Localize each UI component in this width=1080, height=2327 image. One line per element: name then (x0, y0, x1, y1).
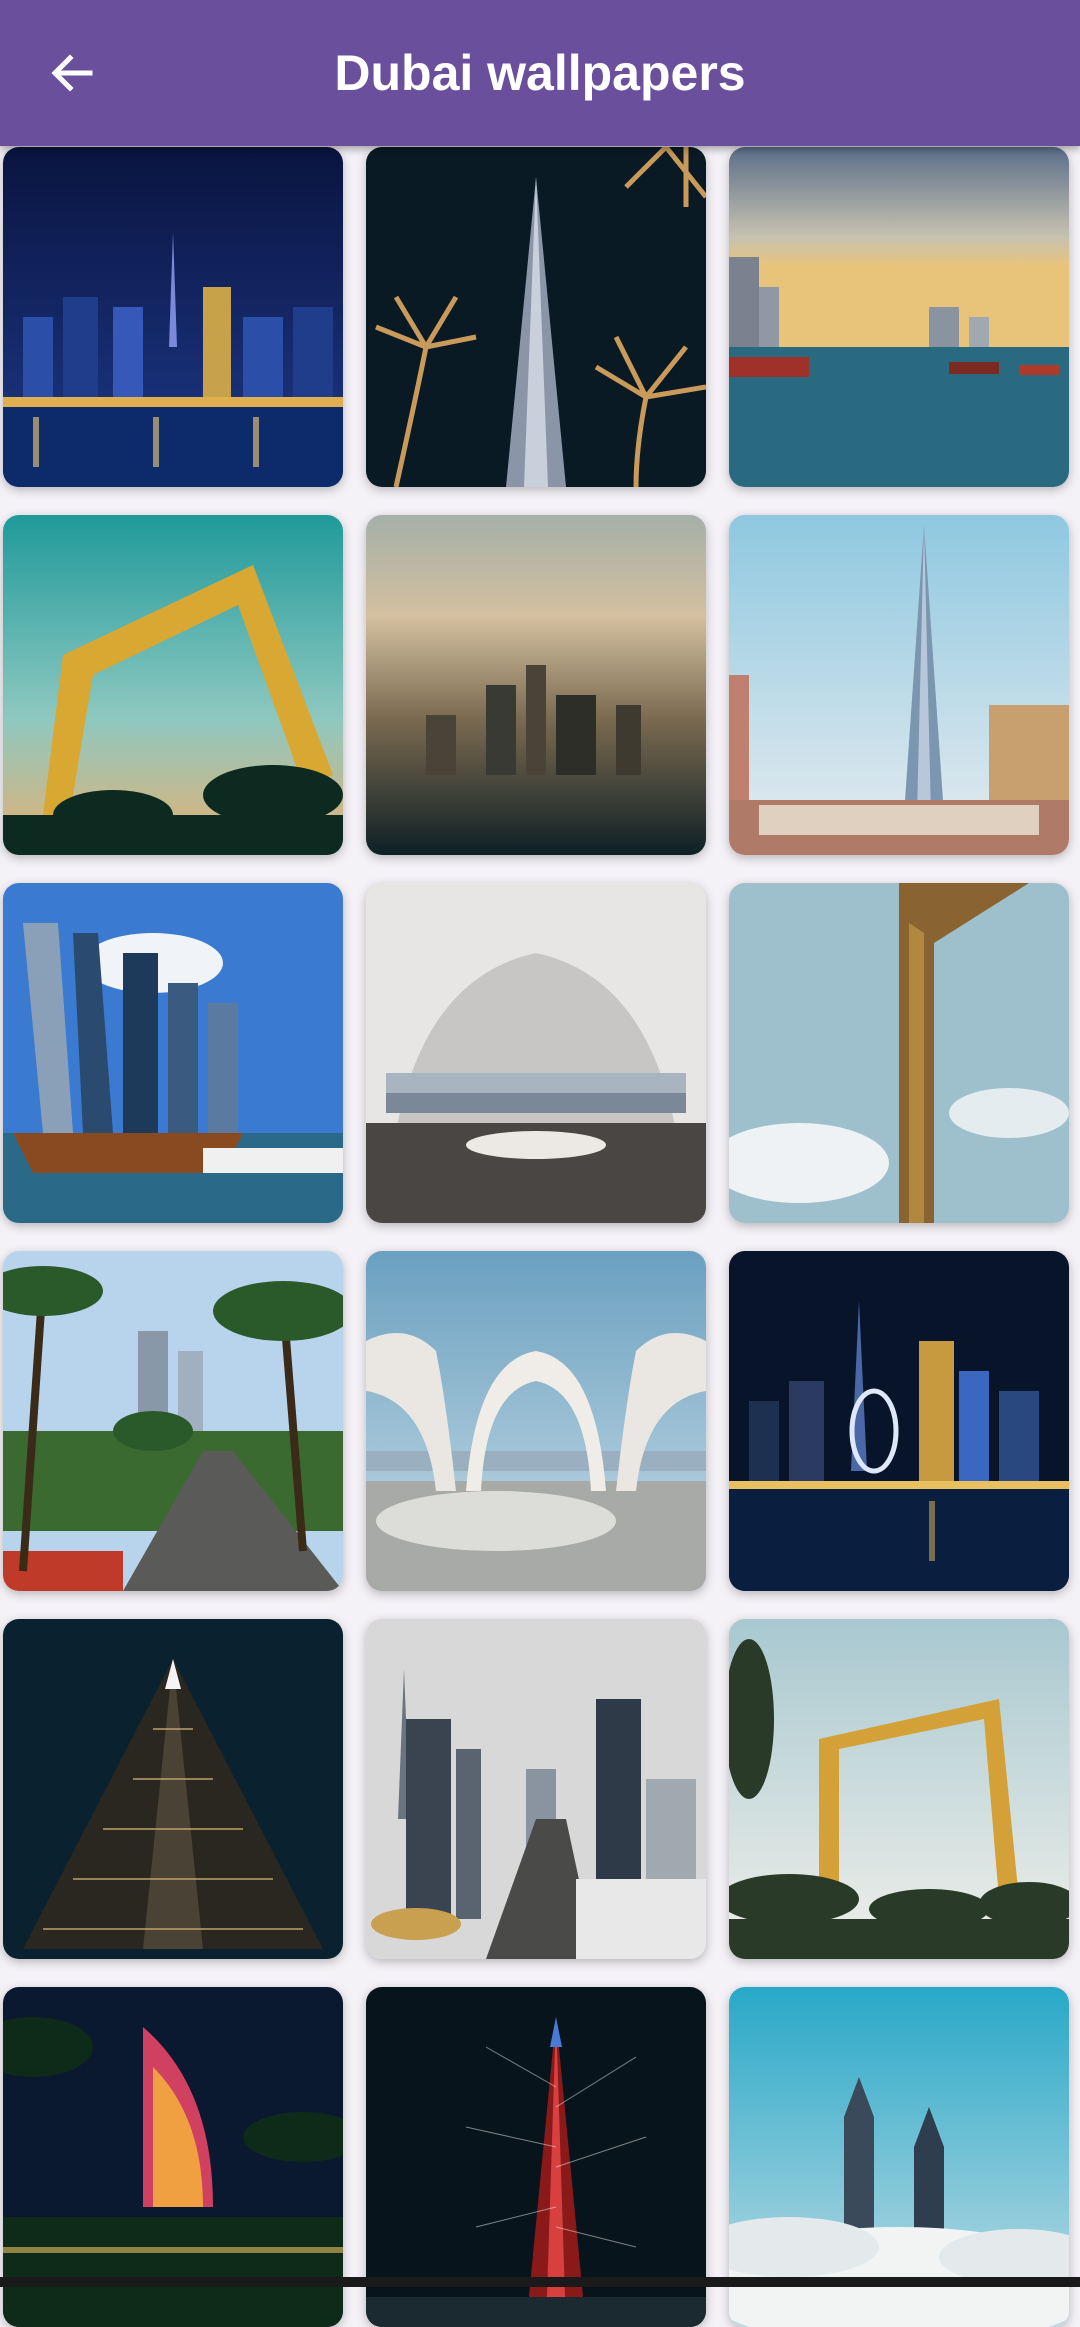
wallpaper-image (366, 515, 706, 855)
wallpaper-tile-4[interactable] (3, 515, 343, 855)
wallpaper-grid (3, 147, 1069, 2327)
wallpaper-image (3, 883, 343, 1223)
wallpaper-image (366, 147, 706, 487)
wallpaper-tile-16[interactable] (3, 1987, 343, 2327)
wallpaper-image (729, 515, 1069, 855)
wallpaper-tile-13[interactable] (3, 1619, 343, 1959)
system-nav-bar (0, 2277, 1080, 2287)
wallpaper-image (729, 147, 1069, 487)
wallpaper-tile-17[interactable] (366, 1987, 706, 2327)
wallpaper-image (729, 1987, 1069, 2327)
wallpaper-image (3, 1251, 343, 1591)
wallpaper-tile-9[interactable] (729, 883, 1069, 1223)
app-bar: Dubai wallpapers (0, 0, 1080, 146)
wallpaper-image (366, 1987, 706, 2327)
wallpaper-image (729, 883, 1069, 1223)
wallpaper-tile-3[interactable] (729, 147, 1069, 487)
wallpaper-image (3, 147, 343, 487)
wallpaper-tile-10[interactable] (3, 1251, 343, 1591)
wallpaper-image (366, 1251, 706, 1591)
wallpaper-image (3, 515, 343, 855)
wallpaper-tile-12[interactable] (729, 1251, 1069, 1591)
wallpaper-tile-18[interactable] (729, 1987, 1069, 2327)
wallpaper-image (729, 1619, 1069, 1959)
wallpaper-tile-5[interactable] (366, 515, 706, 855)
wallpaper-image (3, 1987, 343, 2327)
wallpaper-tile-11[interactable] (366, 1251, 706, 1591)
wallpaper-tile-2[interactable] (366, 147, 706, 487)
wallpaper-image (366, 1619, 706, 1959)
wallpaper-image (729, 1251, 1069, 1591)
page-title: Dubai wallpapers (334, 45, 746, 101)
wallpaper-tile-1[interactable] (3, 147, 343, 487)
wallpaper-tile-15[interactable] (729, 1619, 1069, 1959)
wallpaper-tile-7[interactable] (3, 883, 343, 1223)
wallpaper-image (3, 1619, 343, 1959)
wallpaper-tile-8[interactable] (366, 883, 706, 1223)
wallpaper-tile-6[interactable] (729, 515, 1069, 855)
wallpaper-tile-14[interactable] (366, 1619, 706, 1959)
wallpaper-image (366, 883, 706, 1223)
